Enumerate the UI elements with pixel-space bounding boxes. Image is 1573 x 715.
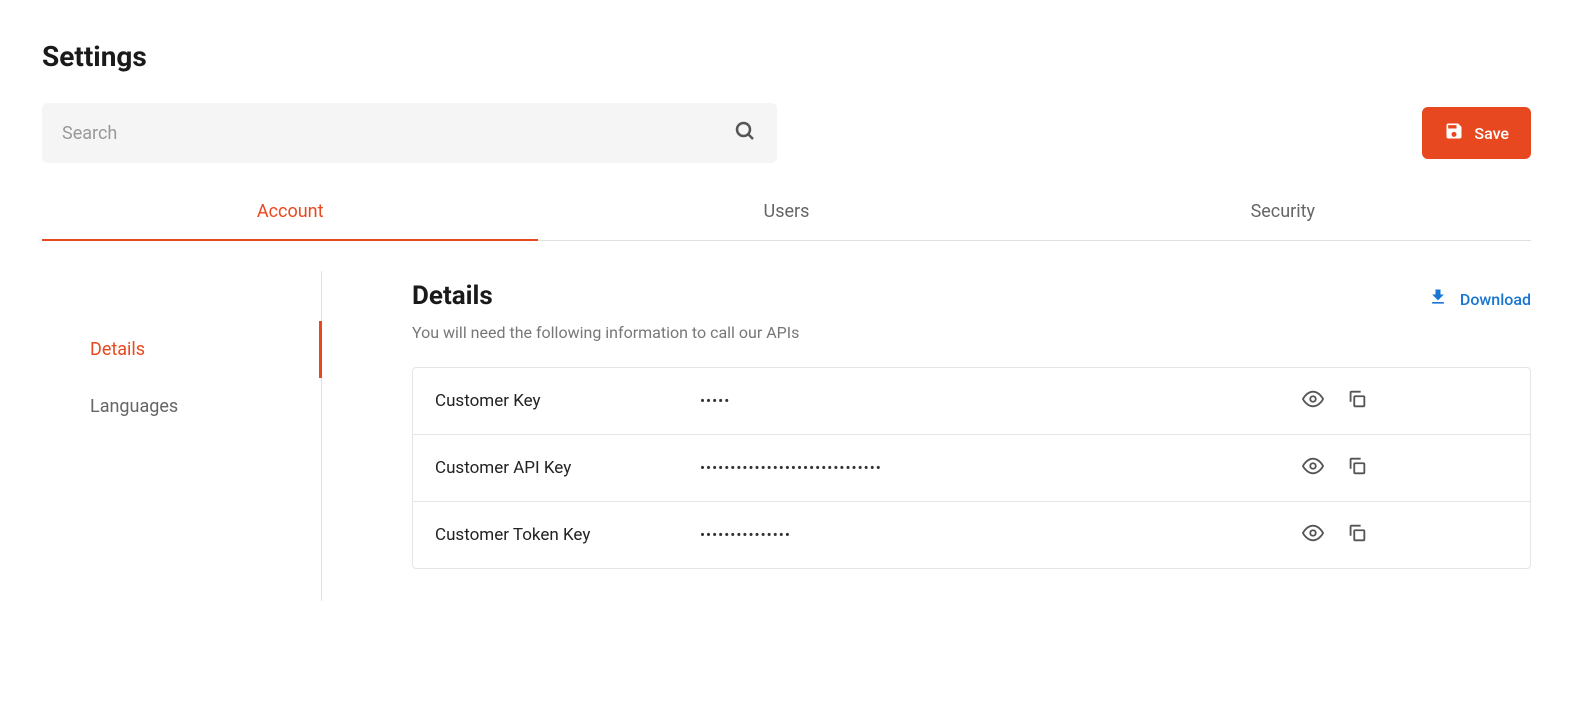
tab-security[interactable]: Security (1035, 183, 1531, 240)
tab-account[interactable]: Account (42, 183, 538, 240)
save-button-label: Save (1474, 124, 1509, 143)
key-label: Customer Key (435, 391, 700, 411)
sidebar-item-details[interactable]: Details (42, 321, 321, 378)
sidebar: Details Languages (42, 271, 322, 601)
copy-icon (1346, 522, 1368, 548)
copy-button[interactable] (1346, 455, 1368, 481)
key-value: ••••• (700, 392, 1302, 410)
save-button[interactable]: Save (1422, 107, 1531, 159)
download-link[interactable]: Download (1428, 281, 1531, 311)
section-title: Details (412, 281, 1428, 311)
page-title: Settings (42, 40, 1531, 73)
key-row: Customer Token Key ••••••••••••••• (413, 502, 1530, 568)
eye-icon (1302, 455, 1324, 481)
key-value: •••••••••••••••••••••••••••••• (700, 459, 1302, 477)
download-label: Download (1460, 290, 1531, 309)
search-input[interactable] (42, 103, 777, 163)
search-icon (733, 119, 757, 147)
key-label: Customer API Key (435, 458, 700, 478)
copy-button[interactable] (1346, 522, 1368, 548)
key-row: Customer API Key •••••••••••••••••••••••… (413, 435, 1530, 502)
keys-table: Customer Key ••••• Custom (412, 367, 1531, 569)
tab-users[interactable]: Users (538, 183, 1034, 240)
key-value: ••••••••••••••• (700, 526, 1302, 544)
eye-icon (1302, 388, 1324, 414)
download-icon (1428, 287, 1448, 311)
key-label: Customer Token Key (435, 525, 700, 545)
sidebar-item-languages[interactable]: Languages (42, 378, 321, 435)
copy-button[interactable] (1346, 388, 1368, 414)
reveal-button[interactable] (1302, 522, 1324, 548)
reveal-button[interactable] (1302, 455, 1324, 481)
main-content: Details You will need the following info… (322, 271, 1531, 601)
eye-icon (1302, 522, 1324, 548)
key-row: Customer Key ••••• (413, 368, 1530, 435)
tabs: Account Users Security (42, 183, 1531, 241)
copy-icon (1346, 388, 1368, 414)
section-description: You will need the following information … (412, 323, 1428, 342)
search-container (42, 103, 777, 163)
copy-icon (1346, 455, 1368, 481)
reveal-button[interactable] (1302, 388, 1324, 414)
save-icon (1444, 121, 1464, 145)
